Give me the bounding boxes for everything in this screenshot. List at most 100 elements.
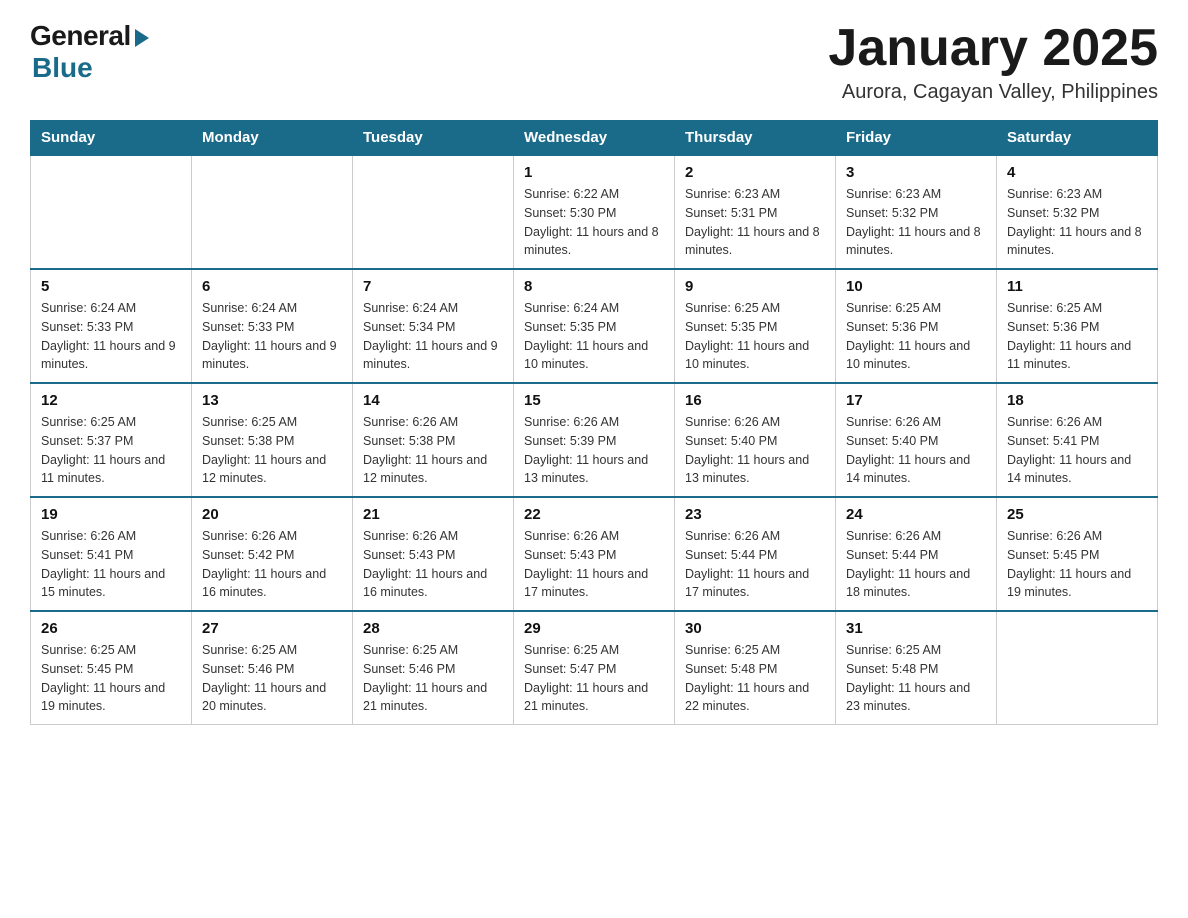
title-section: January 2025 Aurora, Cagayan Valley, Phi… [828,20,1158,104]
calendar-cell: 20 Sunrise: 6:26 AMSunset: 5:42 PMDayligh… [192,497,353,611]
day-info: Sunrise: 6:26 AMSunset: 5:43 PMDaylight:… [524,527,664,602]
day-number: 22 [524,506,664,523]
calendar-cell: 5 Sunrise: 6:24 AMSunset: 5:33 PMDaylight… [31,269,192,383]
day-info: Sunrise: 6:26 AMSunset: 5:44 PMDaylight:… [685,527,825,602]
calendar-cell: 10 Sunrise: 6:25 AMSunset: 5:36 PMDayligh… [836,269,997,383]
calendar-cell: 4Sunrise: 6:23 AMSunset: 5:32 PMDaylight… [997,155,1158,269]
day-info: Sunrise: 6:26 AMSunset: 5:38 PMDaylight:… [363,413,503,488]
calendar-cell: 8 Sunrise: 6:24 AMSunset: 5:35 PMDaylight… [514,269,675,383]
calendar-week-row: 19Sunrise: 6:26 AMSunset: 5:41 PMDayligh… [31,497,1158,611]
day-info: Sunrise: 6:23 AMSunset: 5:32 PMDaylight:… [846,185,986,260]
day-info: Sunrise: 6:25 AMSunset: 5:35 PMDaylight:… [685,299,825,374]
calendar-cell: 26 Sunrise: 6:25 AMSunset: 5:45 PMDayligh… [31,611,192,725]
calendar-day-header: Wednesday [514,121,675,156]
day-info: Sunrise: 6:22 AMSunset: 5:30 PMDaylight:… [524,185,664,260]
day-info: Sunrise: 6:24 AMSunset: 5:34 PMDaylight:… [363,299,503,374]
day-info: Sunrise: 6:25 AMSunset: 5:45 PMDaylight:… [41,641,181,716]
page-title: January 2025 [828,20,1158,77]
day-number: 17 [846,392,986,409]
day-info: Sunrise: 6:25 AMSunset: 5:46 PMDaylight:… [202,641,342,716]
calendar-cell [31,155,192,269]
calendar-cell: 15 Sunrise: 6:26 AMSunset: 5:39 PMDayligh… [514,383,675,497]
calendar-week-row: 26 Sunrise: 6:25 AMSunset: 5:45 PMDayligh… [31,611,1158,725]
day-info: Sunrise: 6:25 AMSunset: 5:48 PMDaylight:… [846,641,986,716]
calendar-cell: 29Sunrise: 6:25 AMSunset: 5:47 PMDayligh… [514,611,675,725]
calendar-cell: 16 Sunrise: 6:26 AMSunset: 5:40 PMDayligh… [675,383,836,497]
day-info: Sunrise: 6:25 AMSunset: 5:36 PMDaylight:… [846,299,986,374]
day-info: Sunrise: 6:26 AMSunset: 5:43 PMDaylight:… [363,527,503,602]
day-number: 7 [363,278,503,295]
day-info: Sunrise: 6:26 AMSunset: 5:39 PMDaylight:… [524,413,664,488]
day-info: Sunrise: 6:24 AMSunset: 5:33 PMDaylight:… [41,299,181,374]
calendar-cell: 19Sunrise: 6:26 AMSunset: 5:41 PMDayligh… [31,497,192,611]
calendar-cell: 2 Sunrise: 6:23 AMSunset: 5:31 PMDaylight… [675,155,836,269]
calendar-day-header: Monday [192,121,353,156]
day-number: 27 [202,620,342,637]
calendar-day-header: Friday [836,121,997,156]
calendar-day-header: Saturday [997,121,1158,156]
day-number: 21 [363,506,503,523]
day-info: Sunrise: 6:23 AMSunset: 5:31 PMDaylight:… [685,185,825,260]
calendar-week-row: 12Sunrise: 6:25 AMSunset: 5:37 PMDayligh… [31,383,1158,497]
calendar-cell: 27 Sunrise: 6:25 AMSunset: 5:46 PMDayligh… [192,611,353,725]
day-number: 5 [41,278,181,295]
day-number: 11 [1007,278,1147,295]
day-info: Sunrise: 6:24 AMSunset: 5:35 PMDaylight:… [524,299,664,374]
calendar-cell: 14 Sunrise: 6:26 AMSunset: 5:38 PMDayligh… [353,383,514,497]
day-info: Sunrise: 6:23 AMSunset: 5:32 PMDaylight:… [1007,185,1147,260]
calendar-cell [192,155,353,269]
calendar-day-header: Thursday [675,121,836,156]
calendar-cell: 9 Sunrise: 6:25 AMSunset: 5:35 PMDaylight… [675,269,836,383]
logo-blue-text: Blue [32,52,93,84]
logo-general-text: General [30,20,131,52]
day-number: 28 [363,620,503,637]
calendar-cell: 17Sunrise: 6:26 AMSunset: 5:40 PMDayligh… [836,383,997,497]
page-header: General Blue January 2025 Aurora, Cagaya… [30,20,1158,104]
day-number: 25 [1007,506,1147,523]
day-info: Sunrise: 6:26 AMSunset: 5:40 PMDaylight:… [685,413,825,488]
calendar-week-row: 5 Sunrise: 6:24 AMSunset: 5:33 PMDaylight… [31,269,1158,383]
calendar-cell: 31Sunrise: 6:25 AMSunset: 5:48 PMDayligh… [836,611,997,725]
day-info: Sunrise: 6:26 AMSunset: 5:42 PMDaylight:… [202,527,342,602]
day-number: 15 [524,392,664,409]
day-number: 20 [202,506,342,523]
calendar-cell [997,611,1158,725]
day-number: 2 [685,164,825,181]
day-info: Sunrise: 6:25 AMSunset: 5:48 PMDaylight:… [685,641,825,716]
calendar-day-header: Sunday [31,121,192,156]
calendar-cell: 30 Sunrise: 6:25 AMSunset: 5:48 PMDayligh… [675,611,836,725]
day-number: 16 [685,392,825,409]
day-number: 24 [846,506,986,523]
day-number: 26 [41,620,181,637]
calendar-cell: 11Sunrise: 6:25 AMSunset: 5:36 PMDayligh… [997,269,1158,383]
calendar-header-row: SundayMondayTuesdayWednesdayThursdayFrid… [31,121,1158,156]
calendar-cell: 22 Sunrise: 6:26 AMSunset: 5:43 PMDayligh… [514,497,675,611]
calendar-cell: 18Sunrise: 6:26 AMSunset: 5:41 PMDayligh… [997,383,1158,497]
day-number: 6 [202,278,342,295]
day-number: 9 [685,278,825,295]
day-info: Sunrise: 6:26 AMSunset: 5:41 PMDaylight:… [41,527,181,602]
calendar-cell: 28Sunrise: 6:25 AMSunset: 5:46 PMDayligh… [353,611,514,725]
day-number: 30 [685,620,825,637]
day-number: 10 [846,278,986,295]
calendar-cell: 6 Sunrise: 6:24 AMSunset: 5:33 PMDaylight… [192,269,353,383]
logo: General Blue [30,20,149,84]
day-number: 29 [524,620,664,637]
logo-arrow-icon [135,29,149,47]
calendar-cell: 1 Sunrise: 6:22 AMSunset: 5:30 PMDaylight… [514,155,675,269]
calendar-cell: 23Sunrise: 6:26 AMSunset: 5:44 PMDayligh… [675,497,836,611]
calendar-day-header: Tuesday [353,121,514,156]
day-info: Sunrise: 6:24 AMSunset: 5:33 PMDaylight:… [202,299,342,374]
day-number: 12 [41,392,181,409]
day-number: 14 [363,392,503,409]
day-number: 1 [524,164,664,181]
calendar-cell: 24 Sunrise: 6:26 AMSunset: 5:44 PMDayligh… [836,497,997,611]
page-subtitle: Aurora, Cagayan Valley, Philippines [828,81,1158,104]
day-info: Sunrise: 6:26 AMSunset: 5:44 PMDaylight:… [846,527,986,602]
calendar-week-row: 1 Sunrise: 6:22 AMSunset: 5:30 PMDaylight… [31,155,1158,269]
day-number: 8 [524,278,664,295]
day-info: Sunrise: 6:26 AMSunset: 5:45 PMDaylight:… [1007,527,1147,602]
calendar-cell: 21 Sunrise: 6:26 AMSunset: 5:43 PMDayligh… [353,497,514,611]
calendar-cell: 13Sunrise: 6:25 AMSunset: 5:38 PMDayligh… [192,383,353,497]
calendar-cell [353,155,514,269]
